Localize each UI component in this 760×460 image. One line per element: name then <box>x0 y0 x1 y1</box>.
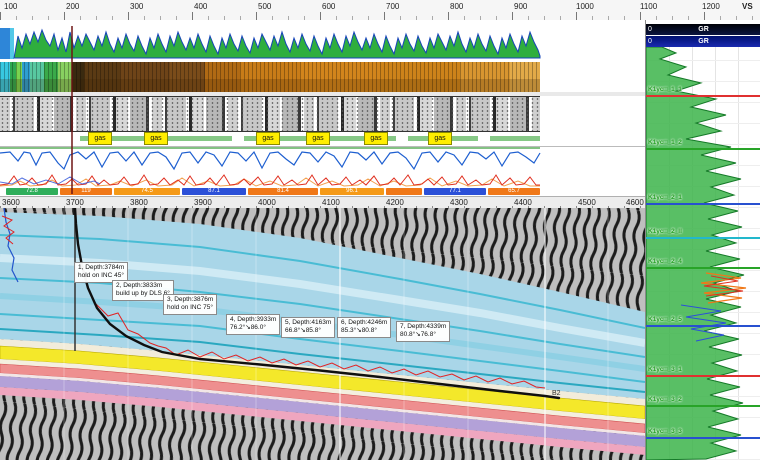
md-label: 4400 <box>514 198 532 207</box>
cross-section-canvas[interactable]: 1, Depth:3784m hold on INC 45° 2, Depth:… <box>0 208 645 460</box>
vs-ruler[interactable]: 100 200 300 400 500 600 700 800 900 1000… <box>0 0 760 21</box>
formation-top: K1yc□_1_2 <box>646 148 760 150</box>
ruler-label: 800 <box>450 2 463 11</box>
borehole-image-track <box>0 62 645 93</box>
ruler-label: 1000 <box>576 2 594 11</box>
ruler-label: 600 <box>322 2 335 11</box>
sp-curve-track <box>0 172 645 188</box>
interval-value: 119 <box>60 188 112 195</box>
interval-value: 87.1 <box>182 188 246 195</box>
gr-type-log-panel[interactable]: 0 GR 0 GR K1yc□_1_1 K1yc□_1_2 K1yc□_2_1 … <box>645 20 760 460</box>
md-label: 3700 <box>66 198 84 207</box>
gas-flag: gas <box>88 132 112 145</box>
ruler-label: 400 <box>194 2 207 11</box>
md-label: 4000 <box>258 198 276 207</box>
md-label: 3800 <box>130 198 148 207</box>
md-label: 4600 <box>626 198 644 207</box>
interval-value: 77.1 <box>424 188 486 195</box>
lithology-blank <box>540 96 645 132</box>
interval-value: 96.1 <box>320 188 384 195</box>
test-interval-bar: 72.8 119 74.5 87.1 81.4 96.1 77.1 65.7 <box>0 188 645 196</box>
gr-curve-title: GR <box>646 24 760 35</box>
ruler-label: 500 <box>258 2 271 11</box>
gas-flag: gas <box>364 132 388 145</box>
gr-curve-track <box>0 26 645 63</box>
steering-note-5: 5, Depth:4163m 66.8°↘85.8° <box>281 317 335 338</box>
md-label: 3900 <box>194 198 212 207</box>
steering-note-7: 7, Depth:4339m 80.8°↘76.8° <box>396 321 450 342</box>
md-label: 4500 <box>578 198 596 207</box>
md-label: 4200 <box>386 198 404 207</box>
vs-unit-label: VS <box>742 2 753 11</box>
ruler-label: 1100 <box>640 2 657 11</box>
gr-header-row-1: 0 GR <box>646 24 760 35</box>
formation-top: K1yc□_2_4 <box>646 267 760 269</box>
ruler-major-ticks <box>0 12 760 20</box>
formation-top: K1yc□_2_5 <box>646 325 760 327</box>
wellhead-tie-line <box>71 26 73 194</box>
steering-note-3: 3, Depth:3876m hold on INC 75° <box>163 294 217 315</box>
gas-flag: gas <box>144 132 168 145</box>
interval-value: 65.7 <box>488 188 540 195</box>
gas-flag: gas <box>306 132 330 145</box>
ruler-label: 1200 <box>702 2 720 11</box>
ruler-label: 100 <box>4 2 17 11</box>
interval-value: 74.5 <box>114 188 180 195</box>
steering-note-4: 4, Depth:3933m 76.2°↘86.0° <box>226 314 280 335</box>
resistivity-curve-track <box>0 146 645 173</box>
interval-value: 72.8 <box>6 188 58 195</box>
log-tracks[interactable]: gas gas gas gas gas gas 72.8 119 74.5 87… <box>0 20 645 196</box>
gr-curve-title: GR <box>646 36 760 47</box>
gas-flag: gas <box>428 132 452 145</box>
ruler-label: 300 <box>130 2 143 11</box>
geosteering-app: 100 200 300 400 500 600 700 800 900 1000… <box>0 0 760 460</box>
ruler-label: 200 <box>66 2 79 11</box>
md-label: 3600 <box>2 198 20 207</box>
target-point-label: B2 <box>552 390 561 397</box>
formation-top: K1yc□_2_1 <box>646 203 760 205</box>
gr-type-log-body: K1yc□_1_1 K1yc□_1_2 K1yc□_2_1 K1yc□_2_ll… <box>646 47 760 460</box>
formation-top: K1yc□_3_1 <box>646 375 760 377</box>
formation-top: K1yc□_3_3 <box>646 437 760 439</box>
resistivity-curve <box>0 152 540 169</box>
md-label: 4300 <box>450 198 468 207</box>
formation-top: K1yc□_3_2 <box>646 405 760 407</box>
gas-shows-row: gas gas gas gas gas gas <box>0 132 645 146</box>
gr-curve <box>14 30 540 58</box>
ruler-label: 700 <box>386 2 399 11</box>
gas-flag: gas <box>256 132 280 145</box>
formation-top: K1yc□_1_1 <box>646 95 760 97</box>
md-label: 4100 <box>322 198 340 207</box>
interval-segment <box>386 188 422 195</box>
ruler-label: 900 <box>514 2 527 11</box>
steering-note-6: 6, Depth:4246m 85.3°↘80.8° <box>337 317 391 338</box>
gr-header-row-2: 0 GR <box>646 36 760 47</box>
formation-top: K1yc□_2_ll <box>646 237 760 239</box>
interval-value: 81.4 <box>248 188 318 195</box>
